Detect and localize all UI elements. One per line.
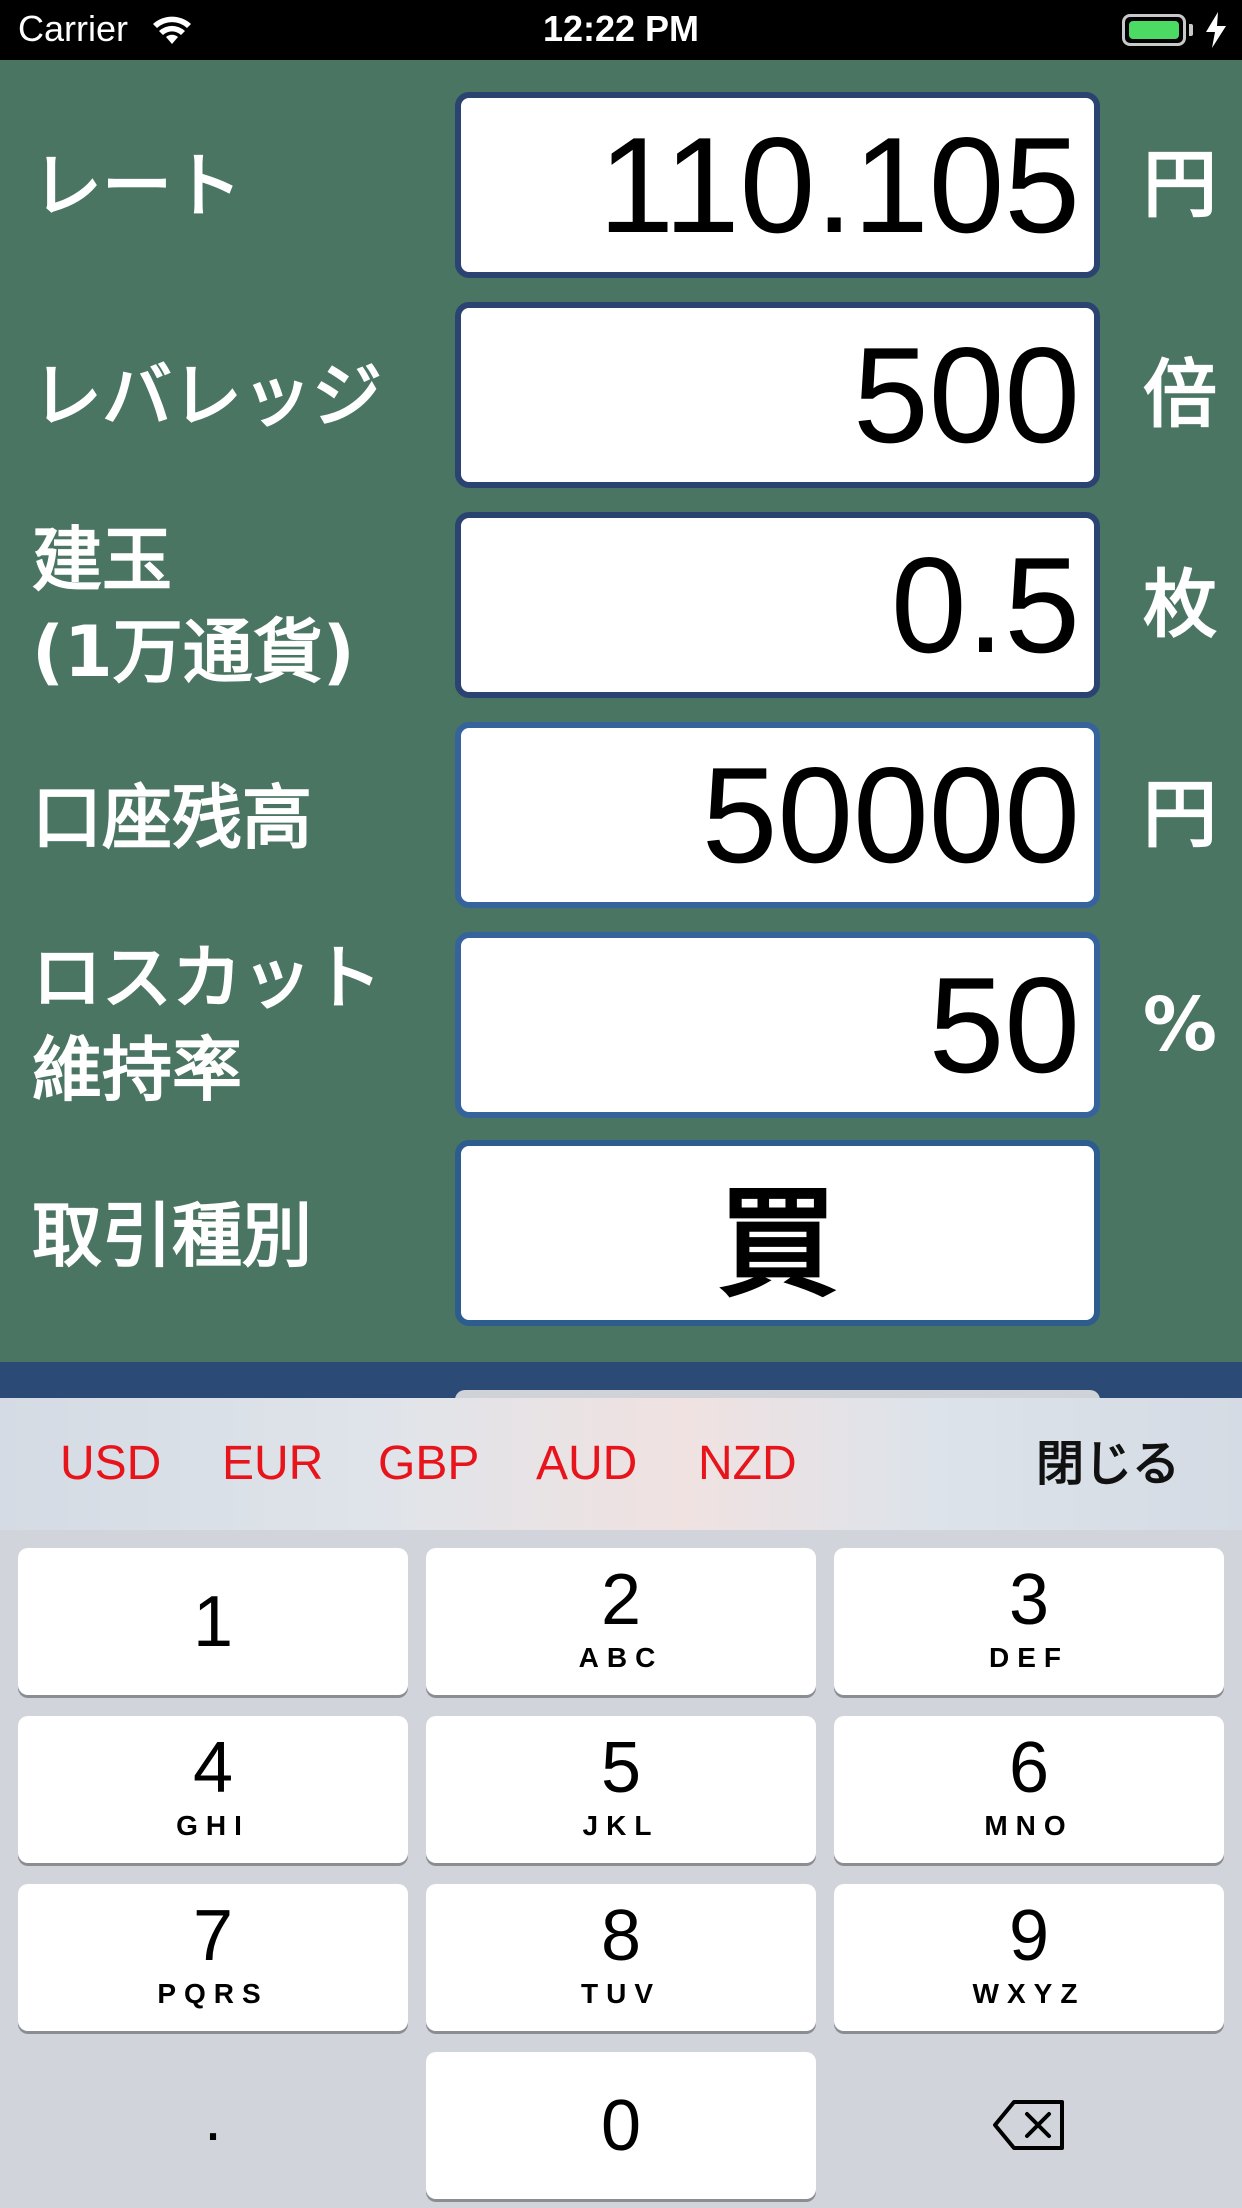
key-8[interactable]: 8 TUV [426,1884,816,2031]
key-0[interactable]: 0 [426,2052,816,2199]
leverage-input[interactable]: 500 [455,302,1100,488]
key-5-digit: 5 [600,1728,642,1808]
key-5-letters: JKL [582,1810,660,1841]
position-size-label: 建玉 (1万通貨) [32,514,452,698]
key-1[interactable]: 1 [18,1548,408,1695]
key-9-letters: WXYZ [972,1978,1086,2009]
leverage-label: レバレッジ [32,355,382,437]
losscut-rate-label-line1: ロスカット [32,937,382,1019]
key-7[interactable]: 7 PQRS [18,1884,408,2031]
leverage-unit: 倍 [1143,352,1217,438]
backspace-icon [993,2100,1064,2150]
currency-nzd-button[interactable]: NZD [698,1398,797,1530]
key-6-letters: MNO [984,1810,1074,1841]
charging-bolt-icon [1206,12,1226,48]
status-bar: Carrier 12:22 PM [0,0,1242,60]
key-1-digit: 1 [192,1582,234,1662]
key-6-digit: 6 [1008,1728,1050,1808]
key-7-letters: PQRS [157,1978,269,2009]
position-size-label-line1: 建玉 [32,519,172,601]
losscut-rate-input[interactable]: 50 [455,932,1100,1118]
account-balance-input[interactable]: 50000 [455,722,1100,908]
decimal-point-key[interactable]: . [18,2052,408,2199]
losscut-rate-label: ロスカット 維持率 [32,932,452,1116]
key-2-letters: ABC [578,1642,664,1673]
losscut-rate-label-line2: 維持率 [32,1029,242,1111]
currency-usd-button[interactable]: USD [60,1398,161,1530]
key-3-letters: DEF [989,1642,1069,1673]
clock: 12:22 PM [542,8,700,49]
key-2[interactable]: 2 ABC [426,1548,816,1695]
key-8-digit: 8 [600,1896,642,1976]
close-keyboard-button[interactable]: 閉じる [1036,1398,1180,1530]
key-4-letters: GHI [176,1810,250,1841]
key-3[interactable]: 3 DEF [834,1548,1224,1695]
key-4[interactable]: 4 GHI [18,1716,408,1863]
key-8-letters: TUV [581,1978,661,2009]
key-4-digit: 4 [192,1728,234,1808]
numeric-keypad: 1 2 ABC 3 DEF 4 GHI 5 JKL 6 MNO 7 PQRS 8… [0,1530,1242,2208]
currency-aud-button[interactable]: AUD [536,1398,637,1530]
key-0-digit: 0 [600,2086,642,2166]
rate-label: レート [32,145,242,227]
key-9-digit: 9 [1008,1896,1050,1976]
key-7-digit: 7 [192,1896,234,1976]
trade-type-selector[interactable]: 買 [455,1140,1100,1326]
losscut-rate-unit: % [1142,982,1218,1068]
battery-tip [1189,24,1193,36]
decimal-point-label: . [204,2082,222,2154]
key-2-digit: 2 [600,1560,642,1640]
position-size-input[interactable]: 0.5 [455,512,1100,698]
account-balance-label: 口座残高 [32,777,312,859]
rate-input[interactable]: 110.105 [455,92,1100,278]
position-size-unit: 枚 [1143,562,1217,648]
trade-type-label: 取引種別 [32,1195,312,1277]
key-9[interactable]: 9 WXYZ [834,1884,1224,2031]
currency-gbp-button[interactable]: GBP [378,1398,479,1530]
key-5[interactable]: 5 JKL [426,1716,816,1863]
currency-eur-button[interactable]: EUR [222,1398,323,1530]
key-3-digit: 3 [1008,1560,1050,1640]
key-6[interactable]: 6 MNO [834,1716,1224,1863]
battery-icon [1122,14,1186,46]
delete-key[interactable] [834,2052,1224,2199]
rate-unit: 円 [1143,142,1217,228]
position-size-label-line2: (1万通貨) [32,611,355,693]
keyboard-toolbar: USD EUR GBP AUD NZD 閉じる [0,1398,1242,1530]
account-balance-unit: 円 [1143,772,1217,858]
